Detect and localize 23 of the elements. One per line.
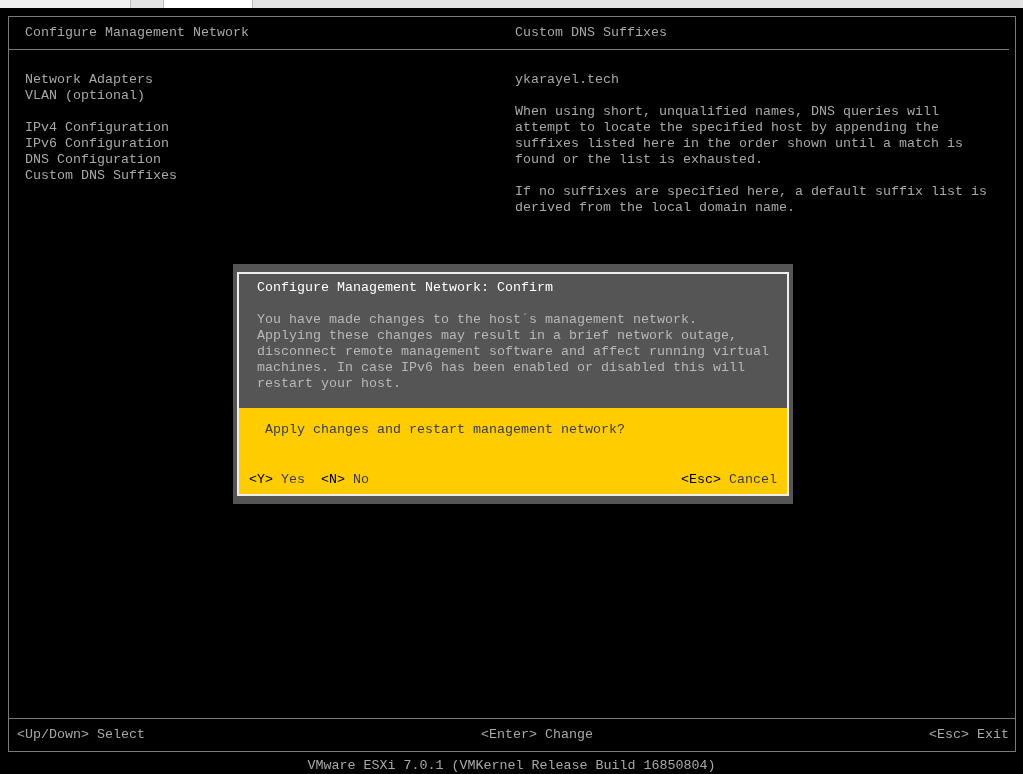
menu-item[interactable]: IPv6 Configuration [25,136,169,152]
version-text: VMware ESXi 7.0.1 (VMKernel Release Build 16850804) [306,758,717,774]
menu-item[interactable]: VLAN (optional) [25,88,145,104]
menu-item[interactable]: IPv4 Configuration [25,120,169,136]
key-hint: <Up/Down> Select [17,727,145,743]
dialog-message: You have made changes to the host´s management network. Applying these changes may result in a brief network outage, disconnect remote management software and affect running virtual machines. In case IPv6 has been enabled or disabled this will restart your host. [257,312,769,392]
menu-item[interactable]: Custom DNS Suffixes [25,168,177,184]
menu-title: Configure Management Network [24,25,250,41]
dialog-question: Apply changes and restart management network? [264,422,626,438]
dialog-action[interactable]: <Esc> Cancel [681,472,777,488]
dialog-title: Configure Management Network: Confirm [257,280,553,296]
dialog-action[interactable]: <N> No [321,472,369,488]
description-text: When using short, unqualified names, DNS queries will attempt to locate the specified host by appending the suffixes listed here in the order shown until a match is found or the list is exhausted. [515,104,963,168]
key-hint: <Enter> Change [481,727,593,743]
key-hint: <Esc> Exit [929,727,1009,743]
detail-title: Custom DNS Suffixes [514,25,668,41]
menu-item[interactable]: DNS Configuration [25,152,161,168]
browser-tab[interactable] [163,0,253,8]
dialog-action[interactable]: <Y> Yes [249,472,305,488]
browser-tab[interactable] [0,0,131,8]
description-text: If no suffixes are specified here, a default suffix list is derived from the local domain name. [515,184,987,216]
menu-item[interactable]: Network Adapters [25,72,153,88]
suffix-value: ykarayel.tech [515,72,619,88]
